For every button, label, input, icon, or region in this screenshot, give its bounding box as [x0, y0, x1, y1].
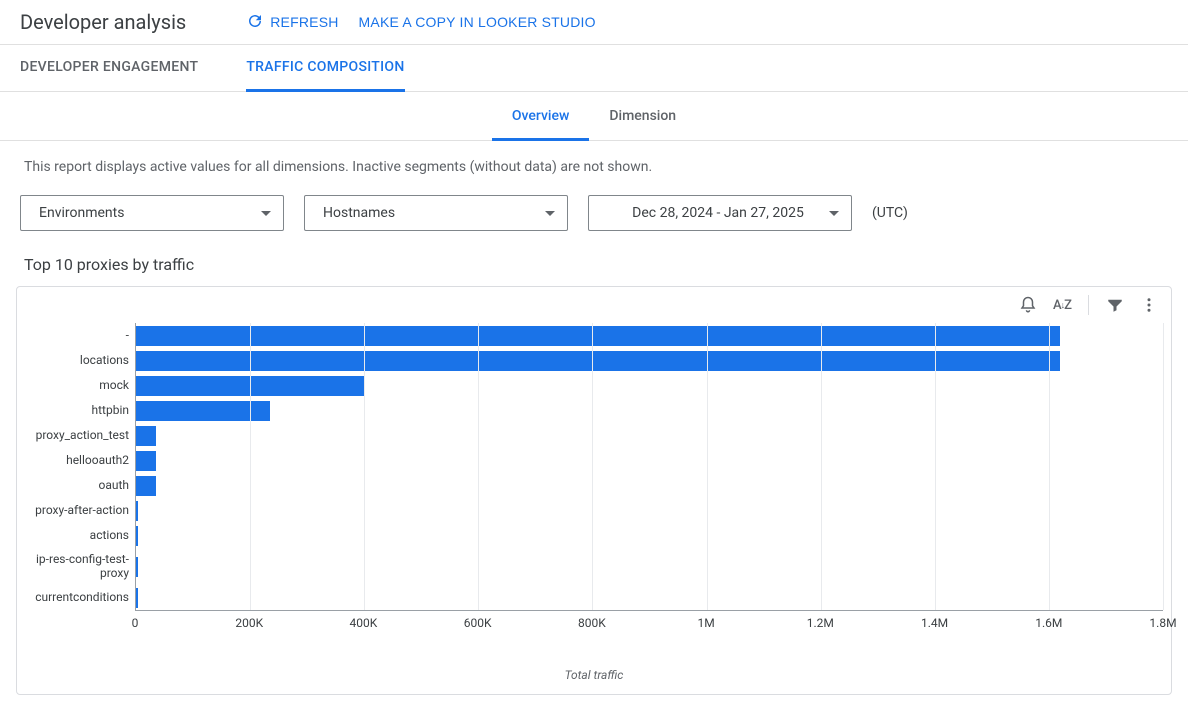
bar-row [136, 373, 1163, 398]
grid-line [250, 323, 251, 610]
bar-row [136, 585, 1163, 610]
bar[interactable] [136, 351, 1060, 371]
make-a-copy-button[interactable]: MAKE A COPY IN LOOKER STUDIO [359, 14, 596, 30]
bar[interactable] [136, 588, 138, 608]
page-title: Developer analysis [20, 10, 186, 34]
bar[interactable] [136, 526, 138, 546]
grid-line [364, 323, 365, 610]
bar-row [136, 523, 1163, 548]
secondary-tabs: Overview Dimension [0, 92, 1188, 141]
x-axis: 0200K400K600K800K1M1.2M1.4M1.6M1.8M [135, 610, 1163, 642]
hostnames-select[interactable]: Hostnames [304, 195, 568, 231]
x-tick: 1.4M [921, 616, 948, 630]
x-axis-title: Total traffic [25, 668, 1163, 682]
y-label: proxy-after-action [25, 498, 135, 523]
y-label: currentconditions [25, 585, 135, 610]
refresh-icon [246, 12, 264, 33]
y-label: - [25, 323, 135, 348]
report-description: This report displays active values for a… [0, 141, 1188, 175]
x-tick: 1.6M [1035, 616, 1062, 630]
sort-az-icon[interactable]: A↓Z [1052, 295, 1072, 315]
grid-line [592, 323, 593, 610]
bar-row [136, 548, 1163, 585]
bar-row [136, 398, 1163, 423]
bar-row [136, 473, 1163, 498]
chevron-down-icon [261, 211, 271, 216]
bar[interactable] [136, 557, 138, 577]
subtab-overview[interactable]: Overview [492, 92, 589, 141]
refresh-button[interactable]: REFRESH [246, 12, 338, 33]
y-label: oauth [25, 473, 135, 498]
grid-line [1049, 323, 1050, 610]
environments-select[interactable]: Environments [20, 195, 284, 231]
y-label: ip-res-config-test-proxy [25, 548, 135, 585]
chart-card: A↓Z -locationsmockhttpbinproxy_action_te… [16, 286, 1172, 695]
bar-row [136, 448, 1163, 473]
grid-line [1163, 323, 1164, 610]
hostnames-label: Hostnames [323, 205, 395, 221]
bar-row [136, 498, 1163, 523]
y-label: proxy_action_test [25, 423, 135, 448]
x-tick: 600K [464, 616, 492, 630]
bell-icon[interactable] [1018, 295, 1038, 315]
bar[interactable] [136, 326, 1060, 346]
chart-title: Top 10 proxies by traffic [0, 231, 1188, 280]
y-label: mock [25, 373, 135, 398]
tab-developer-engagement[interactable]: DEVELOPER ENGAGEMENT [20, 45, 198, 92]
timezone-label: (UTC) [872, 205, 908, 221]
y-label: hellooauth2 [25, 448, 135, 473]
more-icon[interactable] [1139, 295, 1159, 315]
subtab-dimension[interactable]: Dimension [589, 92, 696, 141]
grid-line [707, 323, 708, 610]
bar-row [136, 348, 1163, 373]
grid-line [821, 323, 822, 610]
bar[interactable] [136, 426, 156, 446]
filter-icon[interactable] [1105, 295, 1125, 315]
tab-traffic-composition[interactable]: TRAFFIC COMPOSITION [246, 45, 404, 92]
y-label: locations [25, 348, 135, 373]
primary-tabs: DEVELOPER ENGAGEMENT TRAFFIC COMPOSITION [0, 45, 1188, 92]
environments-label: Environments [39, 205, 124, 221]
x-tick: 400K [350, 616, 378, 630]
bar[interactable] [136, 501, 138, 521]
chart-toolbar: A↓Z [1018, 295, 1159, 315]
grid-line [478, 323, 479, 610]
bar-row [136, 323, 1163, 348]
y-label: httpbin [25, 398, 135, 423]
x-tick: 200K [235, 616, 263, 630]
x-tick: 0 [132, 616, 139, 630]
toolbar-divider [1088, 295, 1089, 315]
y-axis-labels: -locationsmockhttpbinproxy_action_testhe… [25, 323, 135, 610]
chevron-down-icon [829, 211, 839, 216]
x-tick: 1M [697, 616, 714, 630]
daterange-select[interactable]: Dec 28, 2024 - Jan 27, 2025 [588, 195, 852, 231]
bar[interactable] [136, 451, 156, 471]
grid-line [935, 323, 936, 610]
bar-row [136, 423, 1163, 448]
refresh-label: REFRESH [270, 14, 338, 30]
chevron-down-icon [545, 211, 555, 216]
daterange-label: Dec 28, 2024 - Jan 27, 2025 [632, 205, 804, 221]
x-tick: 1.2M [807, 616, 834, 630]
bar[interactable] [136, 476, 156, 496]
x-tick: 1.8M [1149, 616, 1176, 630]
y-label: actions [25, 523, 135, 548]
chart-plot [135, 323, 1163, 610]
x-tick: 800K [578, 616, 606, 630]
